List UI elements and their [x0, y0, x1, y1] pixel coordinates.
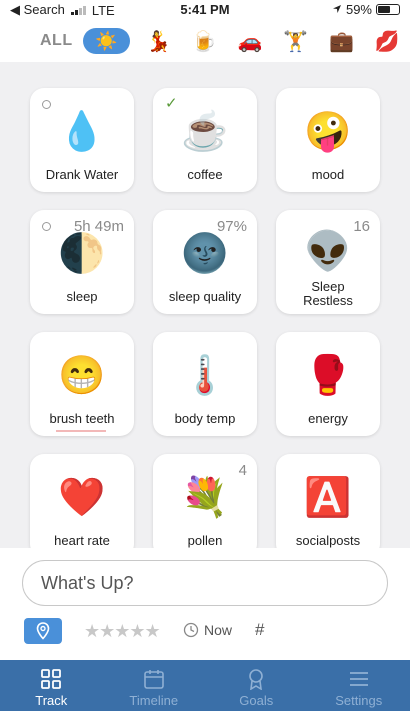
- tab-label: Goals: [239, 693, 274, 708]
- tracker-label: body temp: [174, 411, 236, 426]
- battery-percent: 59%: [345, 2, 372, 17]
- tab-settings[interactable]: Settings: [308, 660, 410, 711]
- tab-track[interactable]: Track: [0, 660, 103, 711]
- coffee-cup-icon: ☕: [181, 111, 229, 153]
- category-filter-bar: ALL ☀️ 💃 🍺 🚗 🏋️ 💼 💋: [0, 20, 410, 62]
- water-drop-icon: 💧: [58, 111, 106, 153]
- boxing-glove-icon: 🥊: [304, 355, 352, 397]
- grid-icon: [41, 669, 62, 689]
- category-weightlifter[interactable]: 🏋️: [273, 29, 319, 54]
- calendar-icon: [143, 670, 164, 689]
- grinning-face-icon: 😁: [58, 355, 106, 397]
- new-moon-face-icon: 🌚: [181, 233, 229, 275]
- streak-underline: [56, 430, 106, 432]
- bouquet-icon: 💐: [181, 477, 229, 519]
- tab-goals[interactable]: Goals: [205, 660, 308, 711]
- zany-face-icon: 🤪: [304, 111, 352, 153]
- tracker-body-temp[interactable]: 🌡️ body temp: [153, 332, 257, 436]
- alien-icon: 👽: [304, 231, 352, 273]
- letter-a-button-icon: 🅰️: [304, 477, 352, 519]
- tracker-heart-rate[interactable]: ❤️ heart rate: [30, 454, 134, 558]
- tab-label: Track: [35, 693, 68, 708]
- category-kiss[interactable]: 💋: [364, 29, 410, 54]
- category-dancer[interactable]: 💃: [136, 29, 182, 54]
- menu-icon: [349, 672, 368, 686]
- tracker-label: energy: [308, 411, 348, 426]
- tracker-sleep-quality[interactable]: 97% 🌚 sleep quality: [153, 210, 257, 314]
- heart-icon: ❤️: [58, 477, 106, 519]
- category-beer[interactable]: 🍺: [181, 29, 227, 54]
- tracker-label: sleep quality: [168, 289, 242, 304]
- location-button[interactable]: [24, 618, 62, 644]
- tracker-label: Drank Water: [45, 167, 119, 182]
- tag-button[interactable]: #: [255, 620, 264, 640]
- tracker-label: sleep: [66, 289, 98, 304]
- category-briefcase[interactable]: 💼: [319, 29, 365, 54]
- whats-up-input[interactable]: What's Up?: [22, 560, 388, 606]
- tracker-pollen[interactable]: 4 💐 pollen: [153, 454, 257, 558]
- unlogged-circle-icon: [42, 100, 51, 109]
- tracker-label: heart rate: [54, 533, 110, 548]
- category-all[interactable]: ALL: [40, 32, 83, 50]
- time-label: Now: [204, 622, 233, 638]
- thermometer-icon: 🌡️: [181, 355, 229, 397]
- tab-label: Timeline: [129, 693, 179, 708]
- half-moon-icon: 🌓: [58, 233, 106, 275]
- tracker-label: brush teeth: [49, 411, 115, 426]
- tracker-label: coffee: [187, 167, 223, 182]
- tracker-brush-teeth[interactable]: 😁 brush teeth: [30, 332, 134, 436]
- tracker-label: Sleep Restless: [303, 279, 353, 308]
- tab-bar: Track Timeline Goals Settings: [0, 660, 410, 711]
- battery-icon: [376, 4, 400, 15]
- category-selected-sun[interactable]: ☀️: [82, 28, 130, 54]
- location-arrow-icon: [332, 2, 342, 17]
- unlogged-circle-icon: [42, 222, 51, 231]
- tab-timeline[interactable]: Timeline: [103, 660, 206, 711]
- tracker-label: socialposts: [295, 533, 361, 548]
- tracker-energy[interactable]: 🥊 energy: [276, 332, 380, 436]
- category-car[interactable]: 🚗: [227, 29, 273, 54]
- tab-label: Settings: [335, 693, 383, 708]
- time-selector[interactable]: Now: [183, 622, 232, 638]
- tracker-mood[interactable]: 🤪 mood: [276, 88, 380, 192]
- tracker-sleep[interactable]: 5h 49m 🌓 sleep: [30, 210, 134, 314]
- battery-fill: [378, 6, 390, 13]
- status-bar: ◀ Search LTE 5:41 PM 59%: [0, 0, 410, 20]
- tracker-drank-water[interactable]: 💧 Drank Water: [30, 88, 134, 192]
- note-composer: What's Up? ★★★★★ Now #: [0, 548, 410, 660]
- award-icon: [249, 669, 264, 690]
- rating-stars[interactable]: ★★★★★: [84, 621, 161, 642]
- tracker-label: mood: [311, 167, 345, 182]
- tracker-sleep-restless[interactable]: 16 👽 Sleep Restless: [276, 210, 380, 314]
- clock-icon: [183, 622, 199, 638]
- map-pin-icon: [36, 622, 50, 640]
- tracker-label: pollen: [187, 533, 223, 548]
- tracker-coffee[interactable]: ✓ ☕ coffee: [153, 88, 257, 192]
- tracker-socialposts[interactable]: 🅰️ socialposts: [276, 454, 380, 558]
